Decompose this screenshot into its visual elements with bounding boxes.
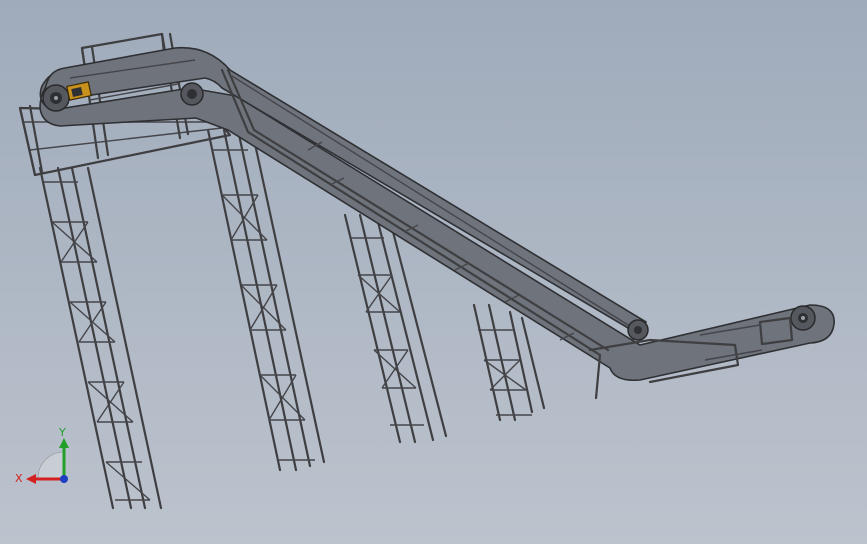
conveyor-belt[interactable] — [39, 46, 835, 382]
y-axis-arrowhead — [59, 438, 69, 448]
x-axis-label: X — [15, 472, 23, 485]
cad-viewport[interactable]: Y X — [0, 0, 867, 544]
support-tower-4[interactable] — [472, 303, 546, 422]
head-pulley[interactable] — [42, 84, 70, 112]
tail-pulley[interactable] — [790, 305, 816, 331]
conveyor-model[interactable]: Y X — [0, 0, 867, 544]
bend-pulley-upper[interactable] — [180, 82, 204, 106]
support-tower-2[interactable] — [206, 128, 326, 472]
y-axis-label: Y — [58, 426, 66, 439]
z-axis-dot — [60, 475, 68, 483]
bend-pulley-lower[interactable] — [627, 319, 649, 341]
axis-triad: Y X — [15, 426, 69, 485]
x-axis-arrowhead — [26, 474, 36, 484]
